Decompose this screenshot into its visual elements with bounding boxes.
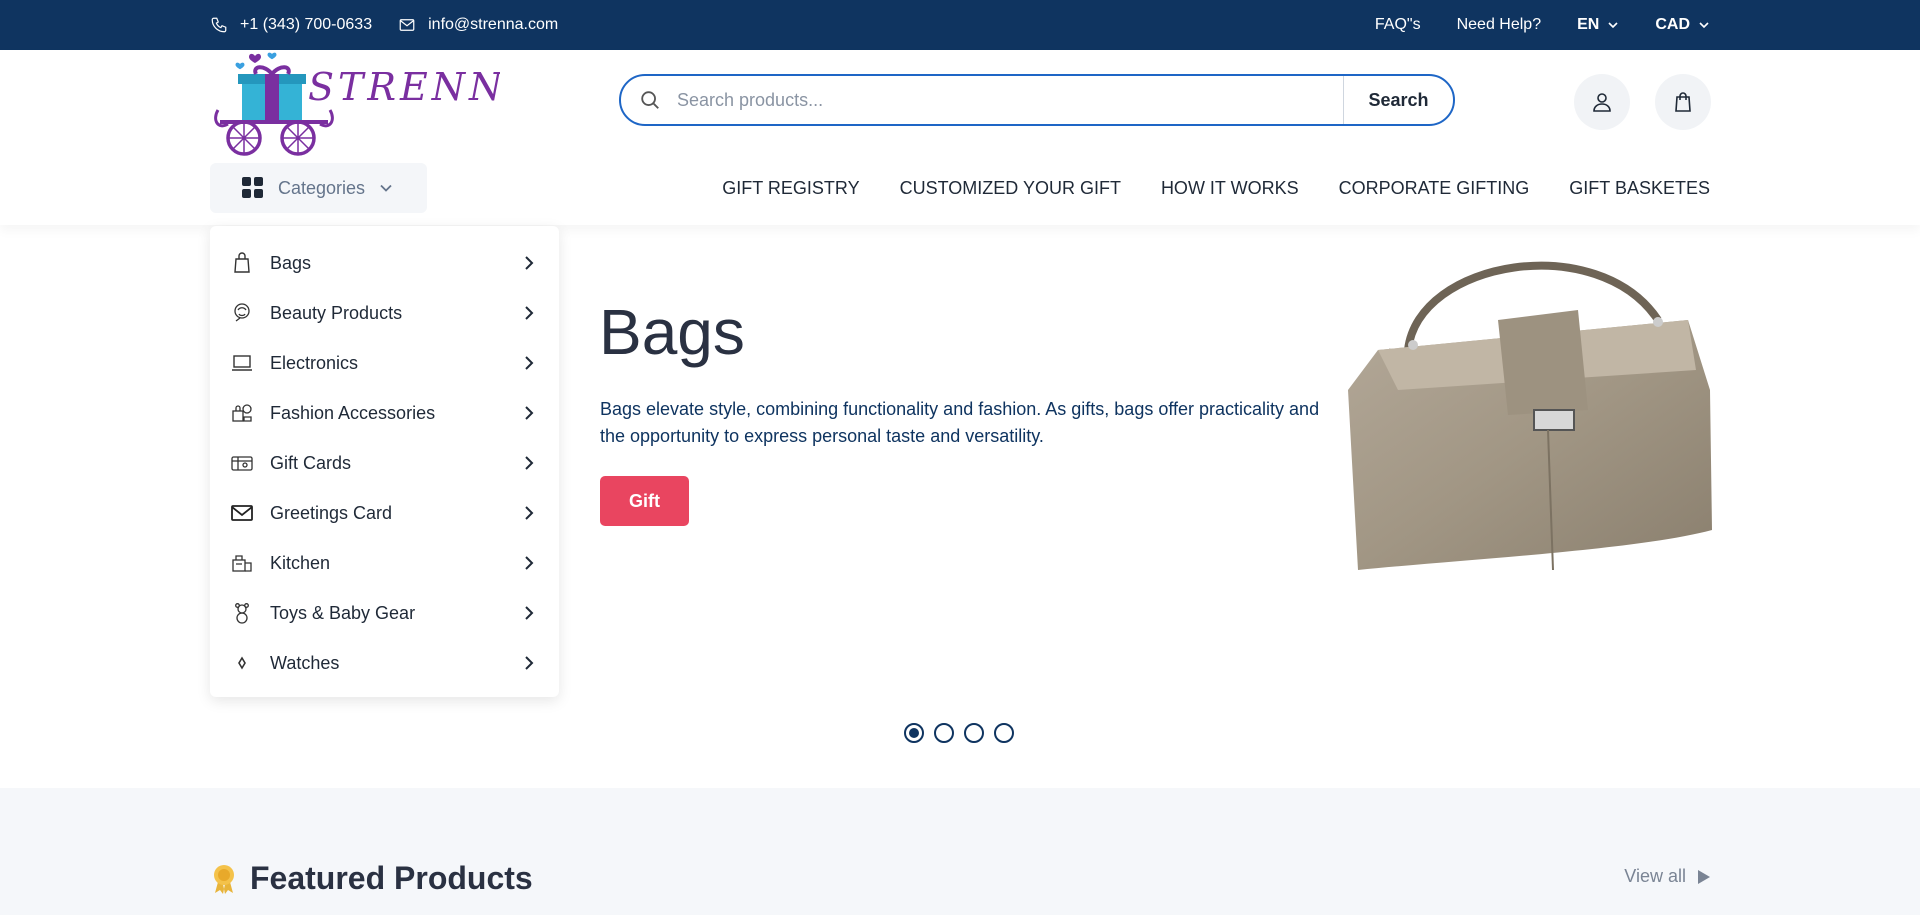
chevron-right-icon xyxy=(525,306,534,320)
chevron-down-icon xyxy=(1608,22,1618,29)
category-label: Gift Cards xyxy=(270,452,352,473)
nav-gift-registry[interactable]: GIFT REGISTRY xyxy=(722,178,859,199)
logo-text: STRENNA xyxy=(308,65,500,109)
view-all-label: View all xyxy=(1624,866,1686,886)
bag-icon xyxy=(234,252,250,273)
category-label: Kitchen xyxy=(270,552,331,573)
shopping-bag-icon xyxy=(1675,92,1691,112)
carousel-dot-4[interactable] xyxy=(994,723,1014,743)
laptop-icon xyxy=(232,355,252,371)
featured-heading: Featured Products xyxy=(210,860,533,897)
category-label: Beauty Products xyxy=(270,302,403,323)
carousel-dot-1[interactable] xyxy=(904,723,924,743)
carousel-dot-2[interactable] xyxy=(934,723,954,743)
search-input[interactable] xyxy=(677,89,1343,111)
fashion-icon xyxy=(232,404,252,422)
carousel-dots xyxy=(904,723,1014,743)
play-arrow-icon xyxy=(1698,869,1710,884)
phone-contact[interactable]: +1 (343) 700-0633 xyxy=(210,16,372,34)
category-label: Electronics xyxy=(270,352,359,373)
nav-gift-baskets[interactable]: GIFT BASKETES xyxy=(1569,178,1710,199)
featured-title: Featured Products xyxy=(250,860,533,896)
category-label: Fashion Accessories xyxy=(270,402,436,423)
carousel-dot-3[interactable] xyxy=(964,723,984,743)
teddy-bear-icon xyxy=(235,603,249,624)
language-value: EN xyxy=(1577,16,1600,33)
chevron-right-icon xyxy=(525,406,534,420)
need-help-link[interactable]: Need Help? xyxy=(1457,16,1542,34)
handbag-image xyxy=(1348,261,1712,571)
category-label: Bags xyxy=(270,252,312,273)
phone-number: +1 (343) 700-0633 xyxy=(240,16,373,33)
chevron-right-icon xyxy=(525,606,534,620)
language-select[interactable]: EN xyxy=(1577,16,1619,34)
watch-icon xyxy=(238,656,246,670)
mail-icon xyxy=(399,19,415,31)
envelope-icon xyxy=(231,505,253,521)
gift-card-icon xyxy=(231,456,253,471)
site-header: STRENNA Search Categories GIFT REGISTRY … xyxy=(0,50,1920,225)
categories-menu: Bags Beauty Products Electronics Fashion… xyxy=(210,226,559,697)
beauty-icon xyxy=(234,303,250,322)
hero-description: Bags elevate style, combining functional… xyxy=(600,399,1320,446)
category-item-greetings-card[interactable]: Greetings Card xyxy=(210,488,559,538)
award-medal-icon xyxy=(214,864,234,894)
categories-label: Categories xyxy=(278,177,366,198)
chevron-down-icon xyxy=(380,184,392,192)
grid-icon xyxy=(242,177,263,198)
category-label: Greetings Card xyxy=(270,502,393,523)
chevron-right-icon xyxy=(525,506,534,520)
nav-customized-gift[interactable]: CUSTOMIZED YOUR GIFT xyxy=(900,178,1121,199)
kitchen-icon xyxy=(232,555,252,572)
view-all-link[interactable]: View all xyxy=(1624,866,1710,887)
categories-button[interactable]: Categories xyxy=(210,163,427,213)
cart-button[interactable] xyxy=(1655,74,1711,130)
featured-section: Featured Products View all xyxy=(0,788,1920,915)
top-bar: +1 (343) 700-0633 info@strenna.com FAQ"s… xyxy=(0,0,1920,50)
nav-corporate-gifting[interactable]: CORPORATE GIFTING xyxy=(1339,178,1530,199)
nav-how-it-works[interactable]: HOW IT WORKS xyxy=(1161,178,1299,199)
hero-title: Bags xyxy=(599,296,745,368)
chevron-down-icon xyxy=(1699,22,1709,29)
faq-link[interactable]: FAQ"s xyxy=(1375,16,1421,34)
category-item-beauty-products[interactable]: Beauty Products xyxy=(210,288,559,338)
email-contact[interactable]: info@strenna.com xyxy=(398,16,558,34)
category-label: Toys & Baby Gear xyxy=(270,602,416,623)
currency-select[interactable]: CAD xyxy=(1655,16,1710,34)
chevron-right-icon xyxy=(525,256,534,270)
category-item-watches[interactable]: Watches xyxy=(210,638,559,688)
chevron-right-icon xyxy=(525,456,534,470)
search-icon xyxy=(641,91,659,109)
category-item-toys-baby-gear[interactable]: Toys & Baby Gear xyxy=(210,588,559,638)
account-button[interactable] xyxy=(1574,74,1630,130)
chevron-right-icon xyxy=(525,356,534,370)
category-item-kitchen[interactable]: Kitchen xyxy=(210,538,559,588)
category-label: Watches xyxy=(270,652,340,673)
currency-value: CAD xyxy=(1655,16,1690,33)
search-bar: Search xyxy=(619,74,1455,126)
chevron-right-icon xyxy=(525,656,534,670)
strenna-logo[interactable]: STRENNA xyxy=(210,50,500,158)
user-icon xyxy=(1593,93,1611,112)
category-item-bags[interactable]: Bags xyxy=(210,238,559,288)
category-item-fashion-accessories[interactable]: Fashion Accessories xyxy=(210,388,559,438)
gift-button[interactable]: Gift xyxy=(600,476,689,526)
phone-icon xyxy=(211,17,227,33)
main-nav: GIFT REGISTRY CUSTOMIZED YOUR GIFT HOW I… xyxy=(722,163,1710,213)
email-address: info@strenna.com xyxy=(428,16,559,33)
chevron-right-icon xyxy=(525,556,534,570)
category-item-gift-cards[interactable]: Gift Cards xyxy=(210,438,559,488)
category-item-electronics[interactable]: Electronics xyxy=(210,338,559,388)
search-button[interactable]: Search xyxy=(1343,76,1453,124)
